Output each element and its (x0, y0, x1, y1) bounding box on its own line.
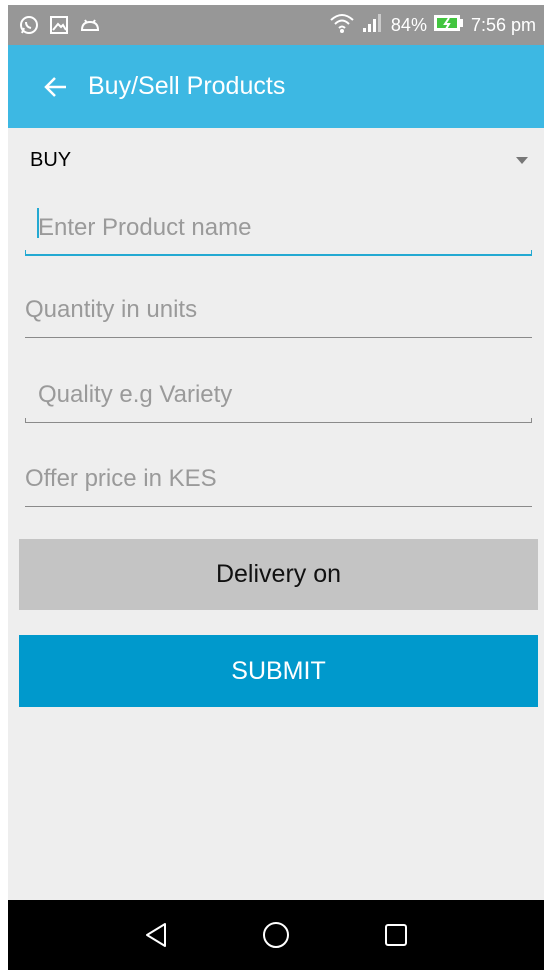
status-bar-system: 84% 7:56 pm (323, 12, 536, 39)
battery-charging-icon (433, 13, 465, 38)
home-circle-icon (263, 922, 289, 948)
underline-tick-left (25, 418, 26, 423)
status-bar: 84% 7:56 pm (8, 5, 544, 45)
status-bar-notifications (18, 14, 110, 36)
nav-home-button[interactable] (246, 905, 306, 965)
whatsapp-icon (18, 14, 40, 36)
arrow-left-icon (44, 76, 66, 97)
battery-percent: 84% (390, 14, 427, 35)
navigation-bar (8, 900, 544, 970)
product-name-field (25, 200, 532, 256)
delivery-toggle-button[interactable]: Delivery on (19, 539, 538, 610)
quantity-input[interactable] (25, 282, 532, 338)
underline-tick-right (531, 250, 532, 256)
signal-icon (361, 12, 385, 39)
field-underline (25, 337, 532, 338)
underline-tick-right (531, 418, 532, 423)
back-button[interactable] (34, 65, 78, 109)
android-icon (78, 14, 102, 36)
offer-price-input[interactable] (25, 451, 532, 507)
offer-price-field (25, 451, 532, 507)
recents-square-icon (385, 924, 407, 946)
nav-back-button[interactable] (126, 905, 186, 965)
field-underline (25, 422, 532, 423)
gallery-icon (48, 14, 70, 36)
nav-recents-button[interactable] (366, 905, 426, 965)
quantity-field (25, 282, 532, 338)
transaction-type-value: BUY (30, 148, 72, 171)
dropdown-arrow-icon (516, 156, 528, 164)
page-title: Buy/Sell Products (88, 72, 286, 100)
quality-field (25, 367, 532, 423)
phone-screen: 84% 7:56 pm Buy/Sell Products BUY Enter … (8, 5, 544, 970)
product-name-input[interactable] (25, 200, 532, 256)
back-triangle-icon (146, 923, 166, 947)
transaction-type-dropdown[interactable]: BUY (8, 135, 544, 185)
wifi-icon (329, 12, 355, 39)
clock: 7:56 pm (470, 14, 536, 35)
field-underline (25, 254, 532, 256)
quality-input[interactable] (25, 367, 532, 423)
submit-button[interactable]: SUBMIT (19, 635, 538, 707)
app-bar: Buy/Sell Products (8, 45, 544, 128)
underline-tick-left (25, 250, 26, 256)
field-underline (25, 506, 532, 507)
text-cursor (37, 208, 39, 238)
